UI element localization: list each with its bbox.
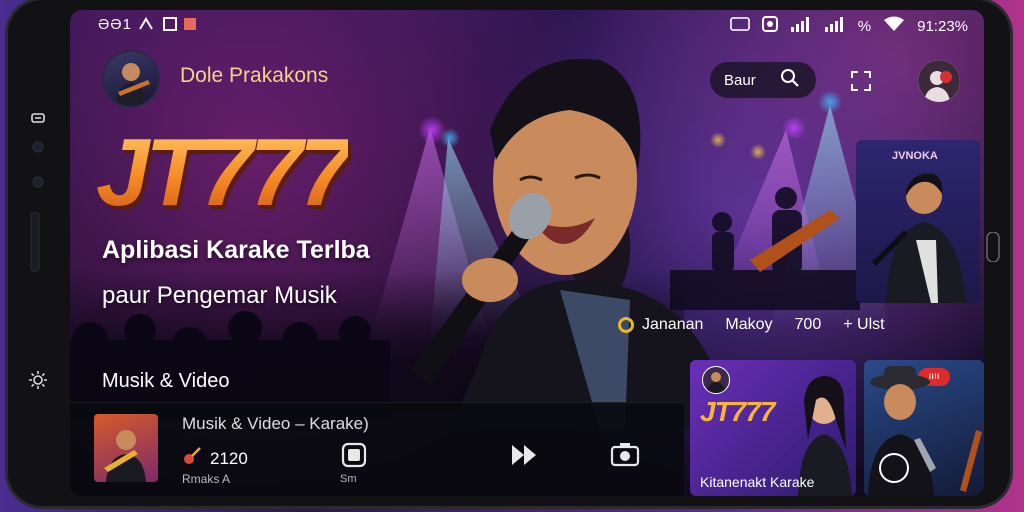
phone-frame: ƏƏ1 % 91:23% Dole Prakakons Baur JT777 A… — [8, 0, 1010, 506]
sensor-dot-icon — [32, 175, 44, 192]
meta-artist2[interactable]: Makoy — [725, 316, 772, 334]
camera-dot-icon — [32, 140, 44, 157]
app-screen: ƏƏ1 % 91:23% Dole Prakakons Baur JT777 A… — [70, 10, 984, 496]
status-app-icons — [136, 15, 200, 37]
side-thumbnail-singer — [872, 173, 966, 303]
coin-icon — [618, 317, 634, 333]
screenshot-icon — [761, 16, 778, 36]
queue-icon[interactable] — [340, 441, 368, 474]
card2-singer — [868, 366, 982, 496]
player-cover-art[interactable] — [94, 414, 158, 482]
guitar-icon — [182, 446, 202, 471]
channel-avatar[interactable] — [102, 50, 160, 108]
notification-icon — [139, 17, 153, 30]
meta-artist[interactable]: Jananan — [642, 316, 703, 334]
wifi-icon — [883, 16, 905, 36]
card1-caption: Kitanenakt Karake — [700, 474, 815, 490]
cast-icon — [729, 17, 750, 35]
player-sub-label: Rmaks A — [182, 472, 231, 486]
settings-gear-icon[interactable] — [28, 370, 48, 394]
queue-label: Sm — [340, 473, 357, 485]
player-stat: 2120 — [182, 446, 248, 471]
status-right: % 91:23% — [729, 16, 968, 36]
brand-logo: JT777 — [96, 119, 352, 226]
section-label: Musik & Video — [102, 370, 230, 392]
side-thumbnail[interactable]: JVNOKA — [856, 140, 980, 303]
meta-count: 700 — [794, 316, 822, 333]
signal-2-icon — [824, 16, 846, 36]
status-percent: % — [857, 17, 872, 35]
camera-icon[interactable] — [610, 441, 640, 474]
channel-name[interactable]: Dole Prakakons — [180, 64, 328, 88]
search-icon[interactable] — [780, 68, 800, 92]
player-stat-value: 2120 — [210, 448, 248, 468]
tagline-line1: Aplibasi Karake Terlba — [102, 236, 370, 264]
status-left-text: ƏƏ1 — [98, 16, 132, 33]
status-time: 91:23% — [917, 17, 968, 35]
singer-image — [410, 58, 730, 430]
tagline-line2: paur Pengemar Musik — [102, 282, 337, 309]
add-list-button[interactable]: + Ulst — [843, 316, 884, 334]
right-side-button — [986, 231, 1000, 266]
side-button — [30, 211, 40, 276]
card1-logo: JT777 — [700, 396, 775, 427]
signal-icon — [790, 16, 812, 36]
user-avatar[interactable] — [918, 60, 960, 102]
video-card-2[interactable]: ıııı — [864, 360, 984, 496]
rotate-icon[interactable] — [30, 110, 46, 130]
card1-avatar — [702, 366, 730, 394]
meta-row: Jananan Makoy 700 + Ulst — [618, 316, 885, 334]
fullscreen-icon[interactable] — [850, 70, 872, 97]
player-title[interactable]: Musik & Video – Karake) — [182, 414, 369, 434]
mini-player[interactable]: Musik & Video – Karake) 2120 Rmaks A Sm — [70, 402, 684, 496]
video-card-1[interactable]: JT777 Kitanenakt Karake — [690, 360, 856, 496]
skip-icon[interactable] — [510, 441, 538, 474]
